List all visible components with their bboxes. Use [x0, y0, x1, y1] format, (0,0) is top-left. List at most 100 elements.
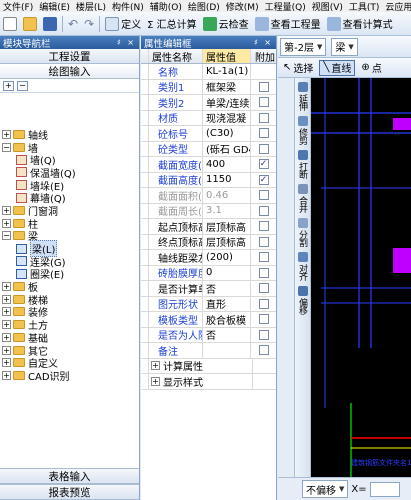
offset-mode-select[interactable]: 不偏移 ▼ — [302, 480, 349, 498]
property-row[interactable]: 截面面积(m0.46 — [141, 188, 276, 204]
element-select[interactable]: 梁 ▼ — [331, 37, 358, 56]
view-qty-button[interactable]: 查看工程量 — [252, 14, 324, 34]
attach-checkbox[interactable] — [258, 205, 269, 216]
property-value[interactable]: (200) — [203, 250, 251, 265]
property-value[interactable]: (C30) — [203, 126, 251, 141]
property-value[interactable]: 单梁/连续 — [203, 95, 251, 110]
menu-item[interactable]: 辅助(O) — [147, 0, 185, 13]
tree-item[interactable]: + 其它 — [0, 344, 139, 358]
sum-calc-button[interactable]: Σ 汇总计算 — [144, 14, 200, 34]
property-row[interactable]: 砼类型 (砾石 GD4 — [141, 141, 276, 157]
tree-toggle[interactable]: − — [2, 142, 11, 152]
attach-checkbox[interactable] — [258, 143, 269, 154]
line-button[interactable]: ╲ 直线 — [319, 59, 356, 76]
attach-checkbox[interactable] — [258, 81, 269, 92]
tree-item[interactable]: 墙垛(E) — [0, 179, 139, 193]
nav-window-controls[interactable]: ♯ × — [117, 38, 136, 47]
attach-checkbox[interactable] — [258, 267, 269, 278]
property-value[interactable]: 层顶标高 — [203, 219, 251, 234]
expand-icon[interactable]: + — [151, 376, 160, 386]
project-settings-button[interactable]: 工程设置 — [0, 49, 139, 64]
tree-toggle[interactable]: + — [2, 358, 11, 368]
property-row[interactable]: 截面高度(1150 ✓ — [141, 172, 276, 188]
property-group-row[interactable]: + 显示样式 — [141, 374, 276, 390]
property-row[interactable]: 备注 — [141, 343, 276, 359]
modify-tool-button[interactable]: 打断 — [296, 162, 309, 178]
attach-checkbox[interactable] — [258, 345, 269, 356]
tree-toggle[interactable]: + — [2, 307, 11, 317]
tree-toggle[interactable]: + — [2, 218, 11, 228]
property-row[interactable]: 截面周长(m3.1 — [141, 203, 276, 219]
property-value[interactable]: 否 — [203, 281, 251, 296]
tree-toggle[interactable]: + — [2, 320, 11, 330]
property-value[interactable]: 框架梁 — [203, 79, 251, 94]
attach-checkbox[interactable] — [258, 221, 269, 232]
prop-window-controls[interactable]: ♯ × — [254, 38, 273, 47]
tree-item[interactable]: 保温墙(Q) — [0, 166, 139, 180]
redo-button[interactable]: ↷ — [81, 14, 97, 34]
property-value[interactable]: 1150 — [203, 172, 251, 187]
property-value[interactable]: (砾石 GD4 — [203, 141, 251, 156]
drawing-input-button[interactable]: 绘图输入 — [0, 64, 139, 79]
menu-item[interactable]: 修改(M) — [223, 0, 262, 13]
property-row[interactable]: 终点顶标高 层顶标高 — [141, 234, 276, 250]
expand-all-button[interactable]: + — [3, 80, 14, 91]
property-row[interactable]: 砼标号 (C30) — [141, 126, 276, 142]
property-value[interactable]: 0 — [203, 265, 251, 280]
tree-toggle[interactable]: + — [2, 345, 11, 355]
property-value[interactable]: 0.46 — [203, 188, 251, 203]
property-row[interactable]: 模板类型 胶合板模 — [141, 312, 276, 328]
property-value[interactable]: 否 — [203, 327, 251, 342]
new-file-button[interactable] — [0, 14, 20, 34]
property-value[interactable]: 胶合板模 — [203, 312, 251, 327]
tree-item[interactable]: + 轴线 — [0, 128, 139, 142]
tree-item[interactable]: 圈梁(E) — [0, 268, 139, 281]
property-value[interactable]: 400 — [203, 157, 251, 172]
tree-item[interactable]: + 楼梯 — [0, 293, 139, 307]
tree-toggle[interactable]: + — [2, 332, 11, 342]
menu-item[interactable]: 绘图(D) — [185, 0, 223, 13]
tree-item[interactable]: + 柱 — [0, 217, 139, 231]
cloud-check-button[interactable]: 云检查 — [200, 14, 252, 34]
view-formula-button[interactable]: 查看计算式 — [324, 14, 396, 34]
modify-tool-button[interactable]: 分割 — [296, 230, 309, 246]
select-button[interactable]: ↖ 选择 — [280, 58, 316, 77]
tree-toggle[interactable]: + — [2, 205, 11, 215]
modify-tool-button[interactable]: 修剪 — [296, 128, 309, 144]
tree-item[interactable]: + 门窗洞 — [0, 204, 139, 218]
attach-checkbox[interactable] — [258, 283, 269, 294]
tree-toggle[interactable]: + — [2, 370, 11, 380]
tree-item[interactable]: + CAD识别 — [0, 369, 139, 383]
property-group-row[interactable]: + 计算属性 — [141, 358, 276, 374]
tree-item[interactable]: + 板 — [0, 280, 139, 294]
attach-checkbox[interactable] — [258, 298, 269, 309]
property-row[interactable]: 轴线距梁左 (200) — [141, 250, 276, 266]
tree-toggle[interactable]: + — [2, 129, 11, 139]
attach-checkbox[interactable]: ✓ — [258, 159, 269, 170]
property-value[interactable]: 现浇混凝 — [203, 110, 251, 125]
property-row[interactable]: 材质 现浇混凝 — [141, 110, 276, 126]
modify-tool-button[interactable]: 偏移 — [296, 298, 309, 314]
modify-tool-button[interactable]: 对齐 — [296, 264, 309, 280]
property-value[interactable] — [203, 343, 251, 358]
property-row[interactable]: 类别1 框架梁 — [141, 79, 276, 95]
attach-checkbox[interactable] — [258, 97, 269, 108]
menu-item[interactable]: 文件(F) — [0, 0, 36, 13]
attach-checkbox[interactable] — [258, 329, 269, 340]
open-file-button[interactable] — [20, 14, 40, 34]
tree-item[interactable]: − 墙 — [0, 141, 139, 155]
x-coordinate-input[interactable] — [369, 481, 400, 497]
drawing-canvas[interactable]: 建筑钢筋文件夹名1 5/5 — [311, 78, 411, 477]
property-row[interactable]: 是否为人防否 — [141, 327, 276, 343]
menu-item[interactable]: 云应用 — [382, 0, 411, 13]
floor-select[interactable]: 第-2层 ▼ — [280, 37, 327, 56]
property-row[interactable]: 起点顶标高 层顶标高 — [141, 219, 276, 235]
tree-toggle[interactable]: − — [2, 231, 11, 241]
property-value[interactable]: KL-1a(1) — [203, 64, 251, 79]
menu-item[interactable]: 楼层(L) — [73, 0, 109, 13]
property-row[interactable]: 截面宽度(400 ✓ — [141, 157, 276, 173]
tree-item[interactable]: + 装修 — [0, 306, 139, 319]
define-button[interactable]: 定义 — [102, 14, 144, 34]
tree-item[interactable]: − 梁 — [0, 230, 139, 243]
menu-item[interactable]: 工具(T) — [346, 0, 383, 13]
